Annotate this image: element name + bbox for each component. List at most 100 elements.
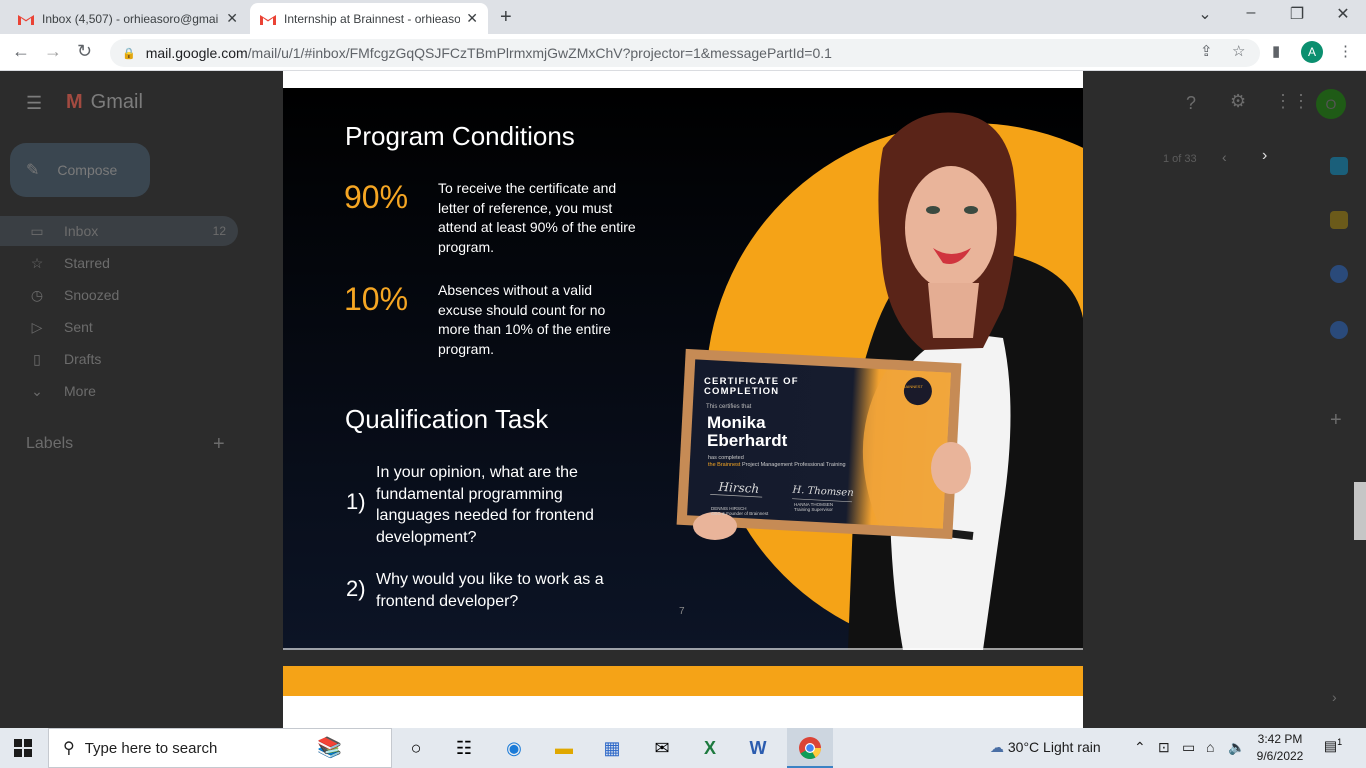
slide-page-number: 7 xyxy=(679,606,685,617)
contacts-icon[interactable] xyxy=(1330,321,1348,339)
pencil-icon: ✎ xyxy=(26,162,40,179)
add-label-icon[interactable]: + xyxy=(213,433,225,456)
window-close-icon[interactable]: ✕ xyxy=(1328,4,1358,24)
certificate-title: CERTIFICATE OF COMPLETION xyxy=(704,376,799,397)
sidebar-item-drafts[interactable]: ▯ Drafts xyxy=(0,344,238,374)
widgets-icon[interactable]: ☷ xyxy=(452,736,476,760)
help-icon[interactable]: ? xyxy=(1186,93,1196,114)
url-host: mail.google.com xyxy=(145,45,248,61)
tab-search-icon[interactable]: ⌄ xyxy=(1190,4,1220,24)
show-hidden-icons-icon[interactable]: ⌃ xyxy=(1134,739,1146,756)
tasks-icon[interactable] xyxy=(1330,265,1348,283)
close-tab-icon[interactable]: ✕ xyxy=(466,10,478,27)
certificate-completed: has completed the Brainnest Project Mana… xyxy=(708,455,846,468)
file-explorer-icon[interactable]: ▬ xyxy=(552,736,576,760)
sidebar-item-inbox[interactable]: ▭ Inbox 12 xyxy=(0,216,238,246)
percent-10: 10% xyxy=(344,281,409,317)
right-hand-shape xyxy=(931,442,971,494)
face-shape xyxy=(905,166,997,290)
edge-browser-icon[interactable]: ◉ xyxy=(502,736,526,760)
search-highlight-books-icon: 📚 xyxy=(317,737,342,759)
gmail-m-icon: M xyxy=(66,91,83,113)
new-tab-button[interactable]: + xyxy=(500,6,512,29)
inbox-count: 12 xyxy=(212,224,226,238)
heading-program-conditions: Program Conditions xyxy=(345,121,575,151)
question-number-2: 2) xyxy=(346,576,366,601)
address-bar[interactable]: 🔒 mail.google.com /mail/u/1/#inbox/FMfcg… xyxy=(110,39,1260,67)
excel-icon[interactable]: X xyxy=(698,736,722,760)
condition-text-1: To receive the certificate and letter of… xyxy=(438,180,636,255)
share-icon[interactable]: ⇪ xyxy=(1200,42,1213,60)
slide-page: Hirsch H. Thomsen Program Conditions 90%… xyxy=(283,88,1083,650)
search-placeholder: Type here to search xyxy=(84,739,218,757)
question-text-2: Why would you like to work as a frontend… xyxy=(376,571,604,610)
task-view-circle-icon[interactable]: ○ xyxy=(404,736,428,760)
settings-gear-icon[interactable]: ⚙ xyxy=(1230,91,1246,112)
screen: Inbox (4,507) - orhieasoro@gmai ✕ Intern… xyxy=(0,0,1366,768)
mail-icon[interactable]: ✉ xyxy=(650,736,674,760)
side-panel-expand-icon[interactable]: › xyxy=(1332,689,1337,705)
inbox-icon: ▭ xyxy=(30,222,44,239)
battery-icon[interactable]: ▭ xyxy=(1182,739,1195,756)
signer-left: DENNIS HIRSCH CEO & Founder of Brainnest xyxy=(711,506,769,516)
close-tab-icon[interactable]: ✕ xyxy=(226,10,238,27)
certificate-brand: BRAINNEST xyxy=(900,384,923,389)
condition-text-2: Absences without a valid excuse should c… xyxy=(438,282,611,357)
taskbar-search-box[interactable]: ⚲ Type here to search 📚 xyxy=(48,728,392,768)
url-path: /mail/u/1/#inbox/FMfcgzGqQSJFCzTBmPlrmxm… xyxy=(247,45,832,61)
sidebar-item-snoozed[interactable]: ◷ Snoozed xyxy=(0,280,238,310)
prev-page-icon[interactable]: ‹ xyxy=(1222,149,1227,165)
chrome-active-indicator[interactable] xyxy=(787,728,833,768)
reload-icon[interactable]: ↻ xyxy=(77,41,92,62)
next-page-edge xyxy=(283,696,1083,728)
keep-icon[interactable] xyxy=(1330,211,1348,229)
bookmark-star-icon[interactable]: ☆ xyxy=(1232,42,1245,60)
tab-internship[interactable]: Internship at Brainnest - orhieaso ✕ xyxy=(250,3,488,34)
sidebar-item-more[interactable]: ⌄ More xyxy=(0,376,238,406)
sidebar-item-starred[interactable]: ☆ Starred xyxy=(0,248,238,278)
scrollbar-thumb[interactable] xyxy=(1354,482,1366,540)
get-addons-plus-icon[interactable]: + xyxy=(1330,409,1342,432)
next-page-orange-bar xyxy=(283,666,1083,696)
side-panel-icon[interactable]: ▮ xyxy=(1272,42,1280,60)
back-icon[interactable]: ← xyxy=(12,41,30,62)
star-icon: ☆ xyxy=(30,254,44,271)
windows-taskbar: ⚲ Type here to search 📚 ○ ☷ ◉ ▬ ▦ ✉ X W … xyxy=(0,728,1366,768)
lock-icon: 🔒 xyxy=(122,47,136,60)
apps-grid-icon[interactable]: ⋮⋮ xyxy=(1274,91,1310,112)
notification-center-icon[interactable]: ▤1 xyxy=(1322,737,1344,759)
minimize-icon[interactable]: – xyxy=(1236,4,1266,22)
network-icon[interactable]: ⌂ xyxy=(1206,739,1214,755)
question-number-1: 1) xyxy=(346,489,366,514)
certificate-certifies: This certifies that xyxy=(706,404,752,410)
profile-avatar[interactable]: A xyxy=(1301,41,1323,63)
draft-icon: ▯ xyxy=(33,350,41,367)
gmail-favicon-icon xyxy=(260,14,276,25)
gmail-logo: M Gmail xyxy=(66,91,143,113)
main-menu-icon[interactable]: ☰ xyxy=(26,93,42,114)
calendar-icon[interactable] xyxy=(1330,157,1348,175)
chevron-down-icon: ⌄ xyxy=(31,382,43,399)
weather-widget[interactable]: ☁ 30°C Light rain xyxy=(990,739,1101,756)
tab-title: Internship at Brainnest - orhieaso xyxy=(284,11,461,26)
forward-icon[interactable]: → xyxy=(44,41,62,62)
clock-time: 3:42 PM xyxy=(1257,732,1303,746)
left-hand-shape xyxy=(693,512,737,540)
neck-shape xyxy=(928,283,979,338)
question-text-1: In your opinion, what are the fundamenta… xyxy=(376,464,594,546)
compose-button[interactable]: ✎ Compose xyxy=(10,143,150,197)
windows-start-icon[interactable] xyxy=(14,739,32,757)
menu-dots-icon[interactable]: ⋮ xyxy=(1338,42,1353,60)
previous-page-edge xyxy=(283,71,1083,88)
volume-icon[interactable]: 🔈 xyxy=(1228,739,1245,756)
next-page-icon[interactable]: › xyxy=(1262,147,1267,165)
account-avatar[interactable]: O xyxy=(1316,89,1346,119)
restore-icon[interactable]: ❐ xyxy=(1282,4,1312,24)
sidebar-item-sent[interactable]: ▷ Sent xyxy=(0,312,238,342)
microsoft-store-icon[interactable]: ▦ xyxy=(600,736,624,760)
tab-inbox[interactable]: Inbox (4,507) - orhieasoro@gmai ✕ xyxy=(8,3,248,34)
signature-hirsch-graphic: Hirsch xyxy=(717,480,759,496)
word-icon[interactable]: W xyxy=(746,736,770,760)
meet-now-icon[interactable]: ⊡ xyxy=(1158,739,1170,756)
system-clock[interactable]: 3:42 PM 9/6/2022 xyxy=(1255,731,1305,765)
